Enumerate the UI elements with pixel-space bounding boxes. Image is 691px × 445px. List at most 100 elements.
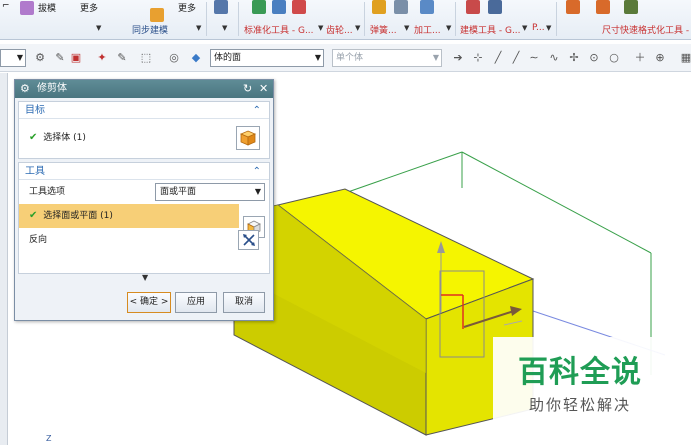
gear-group[interactable]: 齿轮... xyxy=(326,23,353,36)
filter-icon[interactable]: ⚙ xyxy=(32,49,48,65)
watermark: 百科全说 助你轻松解决 xyxy=(493,337,667,421)
std-tools-dropdown[interactable]: ▼ xyxy=(318,24,323,32)
select-face-row[interactable]: ✔ 选择面或平面 (1) xyxy=(19,204,239,228)
type-filter-combo[interactable]: ▼ xyxy=(0,49,26,67)
tangent-icon[interactable]: ∿ xyxy=(546,49,562,65)
ok-button[interactable]: < 确定 > xyxy=(127,292,171,313)
axis-z-label: Z xyxy=(46,434,52,443)
reverse-direction-icon xyxy=(242,234,255,246)
component-icon[interactable]: ▣ xyxy=(68,49,84,65)
feature-icon[interactable]: ✎ xyxy=(114,49,130,65)
circle-icon[interactable]: ○ xyxy=(606,49,622,65)
body-rule-value: 单个体 xyxy=(336,53,364,63)
dimension-icon-3[interactable] xyxy=(624,0,638,14)
divider xyxy=(364,2,365,36)
more-label-1[interactable]: 更多 xyxy=(80,1,98,14)
p-group[interactable]: P... xyxy=(532,23,545,33)
chevron-up-icon[interactable]: ⌃ xyxy=(253,102,261,119)
select-body-label: 选择体 (1) xyxy=(43,133,86,143)
select-face-label: 选择面或平面 (1) xyxy=(43,211,113,221)
center-icon[interactable]: ⊙ xyxy=(586,49,602,65)
select-body-row[interactable]: ✔ 选择体 (1) xyxy=(19,119,269,157)
divider xyxy=(206,2,207,36)
modeling-tools-dropdown[interactable]: ▼ xyxy=(522,24,527,32)
std-tools-group[interactable]: 标准化工具 - G... xyxy=(244,23,314,36)
sync-modeling-group[interactable]: 同步建模 xyxy=(132,23,168,36)
snap-icon[interactable]: ✎ xyxy=(52,49,68,65)
cancel-button[interactable]: 取消 xyxy=(223,292,265,313)
close-icon[interactable]: ✕ xyxy=(259,80,268,98)
dimension-icon-1[interactable] xyxy=(566,0,580,14)
assembly-icon[interactable]: ✦ xyxy=(94,49,110,65)
gear-icon[interactable]: ⚙ xyxy=(20,80,30,98)
check-icon: ✔ xyxy=(29,210,38,221)
point-icon[interactable]: ⊕ xyxy=(652,49,668,65)
spring-icon[interactable] xyxy=(372,0,386,14)
dimension-group[interactable]: 尺寸快速格式化工具 - xyxy=(602,23,689,36)
curve-icon[interactable]: ∼ xyxy=(526,49,542,65)
modeling-tool-icon-2[interactable] xyxy=(488,0,502,14)
tool-option-select[interactable]: 面或平面 ▼ xyxy=(155,183,265,201)
std-tool-icon-2[interactable] xyxy=(272,0,286,14)
chevron-down-icon: ▼ xyxy=(16,53,23,62)
plus-icon[interactable]: ＋ xyxy=(632,49,648,65)
reset-icon[interactable]: ↻ xyxy=(243,80,252,98)
target-header-label: 目标 xyxy=(25,105,45,116)
select-body-button[interactable] xyxy=(236,126,260,150)
body-rule-combo[interactable]: 单个体 ▼ xyxy=(332,49,442,67)
gear-dropdown[interactable]: ▼ xyxy=(355,24,360,32)
check-icon: ✔ xyxy=(29,132,38,143)
body-cube-icon xyxy=(239,130,257,146)
body-select-icon[interactable]: ◆ xyxy=(188,49,204,65)
machining-icon[interactable] xyxy=(420,0,434,14)
wire-edge xyxy=(344,151,463,194)
intersect-icon[interactable]: ✢ xyxy=(566,49,582,65)
apply-button[interactable]: 应用 xyxy=(175,292,217,313)
point-snap-icon[interactable]: ⊹ xyxy=(470,49,486,65)
p-dropdown[interactable]: ▼ xyxy=(546,24,551,32)
chevron-down-icon: ▼ xyxy=(432,53,439,62)
dialog-title-bar[interactable]: ⚙ 修剪体 ↻ ✕ xyxy=(15,80,273,98)
tool-option-value: 面或平面 xyxy=(160,187,197,197)
face-rule-combo[interactable]: 体的面 ▼ xyxy=(210,49,324,67)
target-section-header[interactable]: 目标 ⌃ xyxy=(19,102,269,119)
tool-section-header[interactable]: 工具 ⌃ xyxy=(19,163,269,180)
deselect-icon[interactable]: ◎ xyxy=(166,49,182,65)
machining-dropdown[interactable]: ▼ xyxy=(446,24,451,32)
dimension-icon-2[interactable] xyxy=(596,0,610,14)
chevron-down-icon: ▼ xyxy=(314,53,321,62)
ribbon-left-caret[interactable]: ⌐ xyxy=(2,1,10,11)
draft-label[interactable]: 拔模 xyxy=(38,1,56,14)
offset-icon[interactable] xyxy=(150,8,164,22)
spring-dropdown[interactable]: ▼ xyxy=(404,24,409,32)
trim-body-dialog: ⚙ 修剪体 ↻ ✕ 目标 ⌃ ✔ 选择体 (1) 工具 ⌃ 工具选项 面或平面 … xyxy=(14,79,274,321)
more-dropdown-1[interactable]: ▼ xyxy=(96,24,101,32)
more-label-2[interactable]: 更多 xyxy=(178,1,196,14)
nx-window: ⌐ 拔模 更多 更多 ▼ ▼ 同步建模 ▼ 标准化工具 - G... ▼ 齿轮.… xyxy=(0,0,691,445)
chevron-down-icon: ▼ xyxy=(254,187,261,196)
modeling-tools-group[interactable]: 建模工具 - G... xyxy=(460,23,521,36)
snap-grid-icon[interactable]: ▦ xyxy=(678,49,691,65)
chevron-up-icon[interactable]: ⌃ xyxy=(253,163,261,180)
resource-bar[interactable] xyxy=(0,73,8,445)
view-dropdown[interactable]: ▼ xyxy=(222,24,227,32)
std-tool-icon-1[interactable] xyxy=(252,0,266,14)
spring-icon-2[interactable] xyxy=(394,0,408,14)
tool-section: 工具 ⌃ 工具选项 面或平面 ▼ ✔ 选择面或平面 (1) 反向 xyxy=(18,162,270,274)
view-icon[interactable] xyxy=(214,0,228,14)
more-dropdown-2[interactable]: ▼ xyxy=(196,24,201,32)
line-icon[interactable]: ╱ xyxy=(490,49,506,65)
reverse-direction-button[interactable] xyxy=(238,230,259,250)
line-icon-2[interactable]: ╱ xyxy=(508,49,524,65)
draft-icon[interactable] xyxy=(20,1,34,15)
dialog-title: 修剪体 xyxy=(37,83,67,94)
tool-option-label: 工具选项 xyxy=(29,187,66,197)
modeling-tool-icon-1[interactable] xyxy=(466,0,480,14)
arrow-icon[interactable]: ➔ xyxy=(450,49,466,65)
spring-group[interactable]: 弹簧... xyxy=(370,23,397,36)
box-select-icon[interactable]: ⬚ xyxy=(138,49,154,65)
machining-group[interactable]: 加工... xyxy=(414,23,441,36)
more-options-arrow-icon[interactable]: ▼ xyxy=(142,273,148,282)
tool-option-row: 工具选项 面或平面 ▼ xyxy=(19,180,269,204)
std-tool-icon-3[interactable] xyxy=(292,0,306,14)
